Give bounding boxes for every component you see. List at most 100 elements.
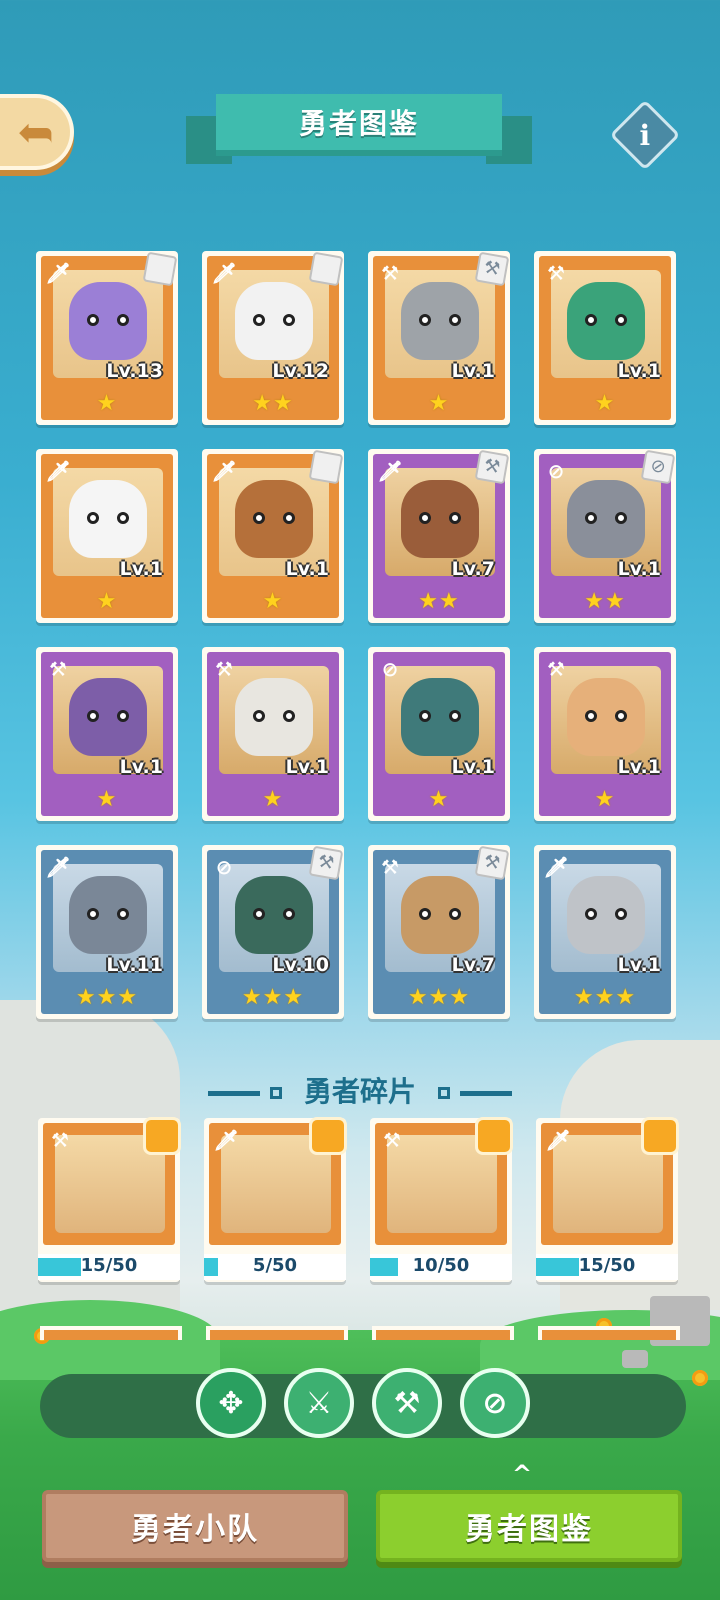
hero-level: Lv.13 [106, 360, 163, 382]
compass-icon: ⊘ [547, 459, 565, 483]
all-classes-icon: ✥ [218, 1385, 244, 1421]
hero-stars: ★★★ [241, 985, 305, 1010]
filter-compass[interactable]: ⊘ [460, 1368, 530, 1438]
fragment-progress-bar: 15/50 [38, 1254, 180, 1280]
tab-hero-dex[interactable]: 勇者图鉴 [376, 1490, 682, 1562]
hero-stars: ★ [594, 391, 616, 416]
hero-level: Lv.1 [617, 954, 661, 976]
hero-card[interactable]: ⚒ Lv.1 ★ [36, 647, 178, 821]
hero-face [69, 678, 147, 756]
hero-fragment-card[interactable]: 🗡 5/50 [204, 1117, 347, 1282]
hero-card[interactable]: ⊘ Lv.1 ★ [368, 647, 510, 821]
hammer-icon: ⚒ [383, 1128, 401, 1152]
hero-stars: ★★★ [407, 985, 471, 1010]
hero-level: Lv.1 [119, 558, 163, 580]
hero-face [235, 480, 313, 558]
hero-stars: ★★ [418, 589, 460, 614]
hero-card[interactable]: ⊘ ⚒ Lv.10 ★★★ [202, 845, 344, 1019]
hero-level: Lv.10 [272, 954, 329, 976]
sword-icon: ⚔ [305, 1385, 333, 1421]
hero-card[interactable]: ⚒ Lv.1 ★ [534, 251, 676, 425]
sword-icon: 🗡 [377, 459, 403, 483]
compass-badge-icon: ⊘ [640, 449, 676, 485]
hero-card[interactable]: ⚒ Lv.1 ★ [534, 647, 676, 821]
hammer-icon: ⚒ [215, 657, 233, 681]
hero-card[interactable]: 🗡 Lv.12 ★★ [202, 251, 344, 425]
hero-face [401, 282, 479, 360]
hero-face [401, 678, 479, 756]
filter-sword[interactable]: ⚔ [284, 1368, 354, 1438]
hero-face [567, 678, 645, 756]
hero-face [567, 282, 645, 360]
hero-level: Lv.1 [617, 558, 661, 580]
fragment-progress-text: 10/50 [412, 1255, 470, 1276]
hero-face [567, 480, 645, 558]
hero-stars: ★ [96, 391, 118, 416]
hero-level: Lv.1 [617, 360, 661, 382]
hero-level: Lv.1 [119, 756, 163, 778]
hammer-icon: ⚒ [547, 657, 565, 681]
hammer-badge-icon: ⚒ [474, 845, 510, 881]
hero-face [69, 480, 147, 558]
info-icon: i [639, 118, 651, 152]
hero-level: Lv.1 [285, 558, 329, 580]
puzzle-piece-icon [641, 1117, 679, 1155]
hero-fragment-card[interactable]: ⚒ 10/50 [370, 1117, 513, 1282]
puzzle-piece-icon [475, 1117, 513, 1155]
hammer-icon: ⚒ [51, 1128, 69, 1152]
hero-fragment-card[interactable]: 🗡 15/50 [536, 1117, 679, 1282]
hero-face [401, 876, 479, 954]
hero-level: Lv.1 [285, 756, 329, 778]
hero-stars: ★★ [584, 589, 626, 614]
compass-icon: ⊘ [381, 657, 399, 681]
hero-face [235, 678, 313, 756]
hero-card[interactable]: ⚒ Lv.1 ★ [202, 647, 344, 821]
hero-level: Lv.1 [451, 756, 495, 778]
title-ribbon: 勇者图鉴 [186, 94, 532, 170]
hero-stars: ★ [428, 391, 450, 416]
hero-card[interactable]: 🗡 Lv.11 ★★★ [36, 845, 178, 1019]
fragment-progress-bar: 15/50 [536, 1254, 678, 1280]
hero-face [235, 282, 313, 360]
hero-card[interactable]: 🗡 Lv.13 ★ [36, 251, 178, 425]
hero-fragment-card[interactable]: ⚒ 15/50 [38, 1117, 181, 1282]
hero-stars: ★★ [252, 391, 294, 416]
filter-all-classes[interactable]: ✥ [196, 1368, 266, 1438]
compass-icon: ⊘ [482, 1385, 508, 1421]
hero-level: Lv.7 [451, 954, 495, 976]
fragment-progress-text: 15/50 [80, 1255, 138, 1276]
sword-icon: 🗡 [211, 261, 237, 285]
tab-hero-team[interactable]: 勇者小队 [42, 1490, 348, 1562]
back-arrow-icon: ➦ [16, 106, 54, 158]
hammer-badge-icon: ⚒ [474, 251, 510, 287]
hero-stars: ★★★ [75, 985, 139, 1010]
hero-card[interactable]: 🗡 ⚒ Lv.7 ★★ [368, 449, 510, 623]
upgrade-badge-icon [308, 251, 344, 287]
hero-card[interactable]: ⚒ ⚒ Lv.1 ★ [368, 251, 510, 425]
hammer-icon: ⚒ [49, 657, 67, 681]
fragments-title-text: 勇者碎片 [303, 1075, 416, 1108]
hero-face [69, 876, 147, 954]
compass-icon: ⊘ [215, 855, 233, 879]
hammer-icon: ⚒ [381, 855, 399, 879]
filter-hammer[interactable]: ⚒ [372, 1368, 442, 1438]
sword-icon: 🗡 [45, 855, 71, 879]
hero-card[interactable]: 🗡 Lv.1 ★ [36, 449, 178, 623]
next-row-card-peek [538, 1326, 680, 1340]
hero-card[interactable]: ⊘ ⊘ Lv.1 ★★ [534, 449, 676, 623]
info-button[interactable]: i [609, 99, 681, 171]
back-button[interactable]: ➦ [0, 94, 74, 170]
page-title: 勇者图鉴 [216, 94, 502, 156]
fragment-progress-bar: 10/50 [370, 1254, 512, 1280]
hero-card[interactable]: 🗡 Lv.1 ★ [202, 449, 344, 623]
hero-level: Lv.1 [617, 756, 661, 778]
hero-card[interactable]: 🗡 Lv.1 ★★★ [534, 845, 676, 1019]
fragments-section-title: 勇者碎片 [0, 1070, 720, 1110]
hammer-icon: ⚒ [381, 261, 399, 285]
hero-card[interactable]: ⚒ ⚒ Lv.7 ★★★ [368, 845, 510, 1019]
fragment-progress-text: 15/50 [578, 1255, 636, 1276]
puzzle-piece-icon [309, 1117, 347, 1155]
sword-icon: 🗡 [211, 459, 237, 483]
hero-level: Lv.7 [451, 558, 495, 580]
hero-face [235, 876, 313, 954]
